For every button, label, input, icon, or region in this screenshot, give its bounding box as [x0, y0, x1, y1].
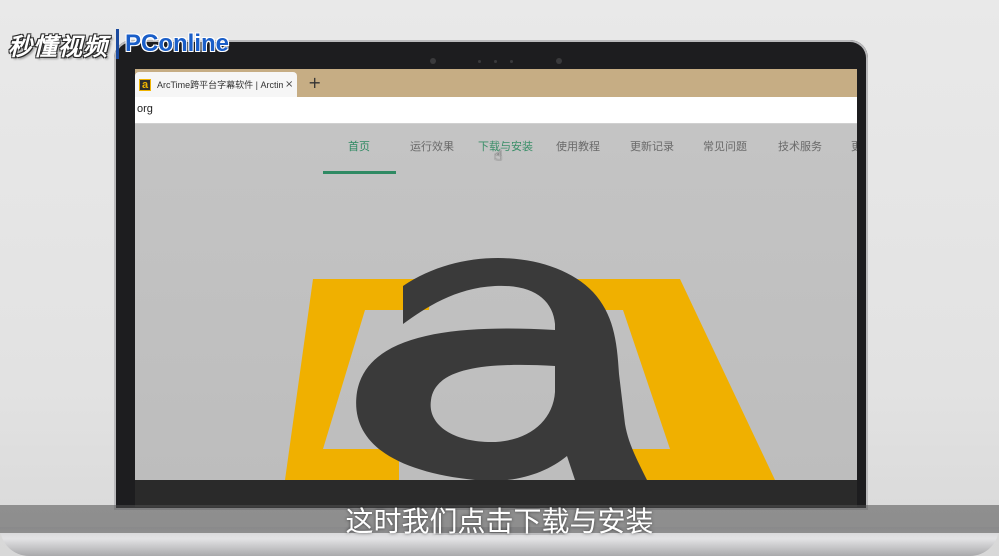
web-page: 首页 运行效果 下载与安装 使用教程 更新记录 常见问题 技术服务 更 ☝ — [135, 124, 857, 480]
watermark-partner: PConline — [125, 30, 230, 57]
nav-item-tutorial[interactable]: 使用教程 — [556, 138, 600, 154]
nav-item-changelog[interactable]: 更新记录 — [630, 138, 674, 154]
nav-item-faq[interactable]: 常见问题 — [703, 138, 747, 154]
camera-dot — [556, 58, 562, 64]
close-tab-icon[interactable]: × — [285, 79, 293, 90]
camera-dot — [430, 58, 436, 64]
arctime-logo-hero — [135, 124, 857, 480]
new-tab-button[interactable]: + — [308, 73, 321, 92]
nav-item-more[interactable]: 更 — [851, 138, 857, 154]
browser-tab[interactable]: a ArcTime跨平台字幕软件 | Arctim × — [135, 72, 297, 97]
watermark-divider — [116, 29, 119, 59]
tab-title: ArcTime跨平台字幕软件 | Arctim — [157, 80, 283, 90]
nav-item-tech-service[interactable]: 技术服务 — [778, 138, 822, 154]
nav-item-home[interactable]: 首页 — [348, 138, 370, 154]
watermark: 秒懂视频 PConline — [8, 24, 229, 64]
nav-item-demo[interactable]: 运行效果 — [410, 138, 454, 154]
nav-item-download-install[interactable]: 下载与安装 — [478, 138, 533, 154]
browser-tab-bar: a ArcTime跨平台字幕软件 | Arctim × + — [135, 69, 857, 97]
camera-dot — [494, 60, 497, 63]
url-text: org — [137, 103, 153, 115]
video-subtitle: 这时我们点击下载与安装 — [345, 505, 654, 538]
watermark-brand: 秒懂视频 — [8, 31, 108, 61]
site-nav: 首页 运行效果 下载与安装 使用教程 更新记录 常见问题 技术服务 更 ☝ — [135, 124, 857, 174]
laptop-screen: a ArcTime跨平台字幕软件 | Arctim × + org 首页 运行效… — [135, 69, 857, 507]
nav-active-underline — [323, 171, 396, 174]
address-bar[interactable]: org — [135, 97, 857, 124]
arctime-favicon-icon: a — [139, 78, 151, 91]
hand-pointer-icon: ☝ — [494, 148, 503, 164]
camera-dot — [510, 60, 513, 63]
camera-dot — [478, 60, 481, 63]
